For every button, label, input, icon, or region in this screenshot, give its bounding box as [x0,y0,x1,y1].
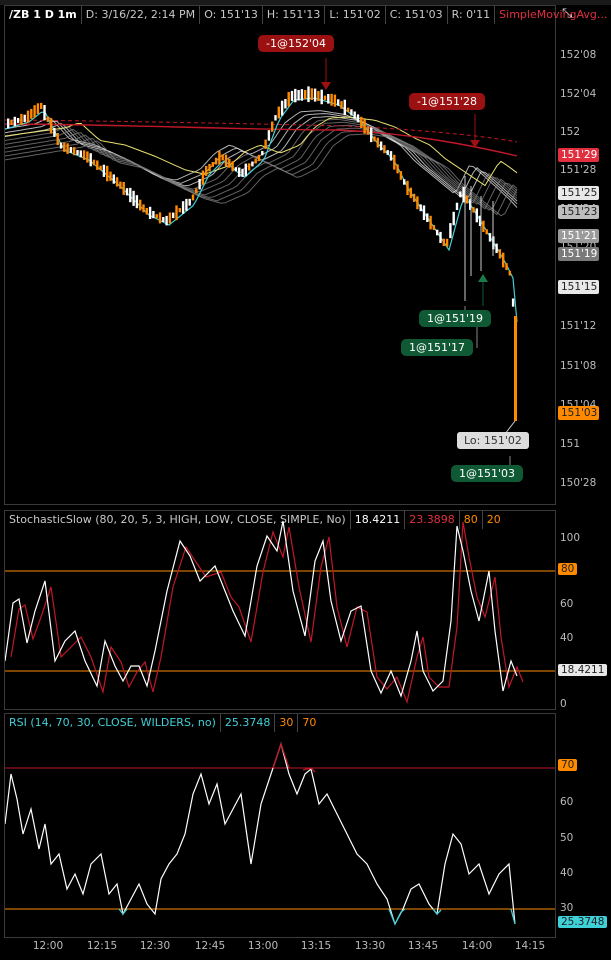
time-tick: 13:15 [300,940,332,952]
stoch-tick: 40 [560,632,574,644]
stochastic-chart [5,520,555,705]
stoch-tick: 60 [560,598,574,610]
sell-order-pill[interactable]: -1@151'28 [409,93,485,110]
stochastic-panel[interactable]: StochasticSlow (80, 20, 5, 3, HIGH, LOW,… [4,510,556,710]
price-tag: 151'25 [558,186,599,200]
price-tick: 150'28 [560,477,597,489]
expand-icon[interactable]: ⤡ [562,6,572,21]
rsi-ob-tag: 70 [558,759,578,771]
price-tick: 152 [560,126,581,138]
time-tick: 14:15 [514,940,546,952]
time-axis: 12:00 12:15 12:30 12:45 13:00 13:15 13:30 13:45… [0,940,611,960]
price-tick: 151'08 [560,360,597,372]
rsi-tick: 30 [560,902,574,914]
rsi-tick: 60 [560,796,574,808]
rsi-panel[interactable]: RSI (14, 70, 30, CLOSE, WILDERS, no) 25.… [4,713,556,938]
time-tick: 13:45 [407,940,439,952]
price-tick: 152'04 [560,88,597,100]
stoch-value-tag: 18.4211 [558,664,608,676]
time-tick: 12:45 [194,940,226,952]
rsi-tick: 40 [560,867,574,879]
time-tick: 13:00 [247,940,279,952]
price-tick: 152'08 [560,49,597,61]
stoch-tick: 100 [560,532,581,544]
price-tag: 151'21 [558,229,599,243]
price-chart [5,58,518,468]
buy-order-pill[interactable]: 1@151'03 [451,465,524,482]
time-tick: 12:30 [139,940,171,952]
buy-order-pill[interactable]: 1@151'19 [419,310,492,327]
price-tag: 151'15 [558,280,599,294]
price-tick: 151'28 [560,164,597,176]
time-tick: 14:00 [461,940,493,952]
stoch-ob-tag: 80 [558,563,578,575]
price-tick: 151'12 [560,320,597,332]
low-label-box: Lo: 151'02 [457,432,529,449]
stoch-tick: 0 [560,698,567,710]
rsi-chart [5,741,555,926]
time-tick: 12:15 [86,940,118,952]
price-tag: 151'23 [558,205,599,219]
time-tick: 12:00 [32,940,64,952]
price-tick: 151 [560,438,581,450]
price-tag: 151'03 [558,406,599,420]
rsi-tick: 50 [560,832,574,844]
price-tag: 151'29 [558,148,599,162]
rsi-value-tag: 25.3748 [558,916,608,928]
sell-order-pill[interactable]: -1@152'04 [258,35,334,52]
price-panel[interactable]: /ZB 1 D 1m D: 3/16/22, 2:14 PM O: 151'13… [4,5,607,505]
price-tag: 151'19 [558,247,599,261]
time-tick: 13:30 [354,940,386,952]
buy-order-pill[interactable]: 1@151'17 [401,339,474,356]
